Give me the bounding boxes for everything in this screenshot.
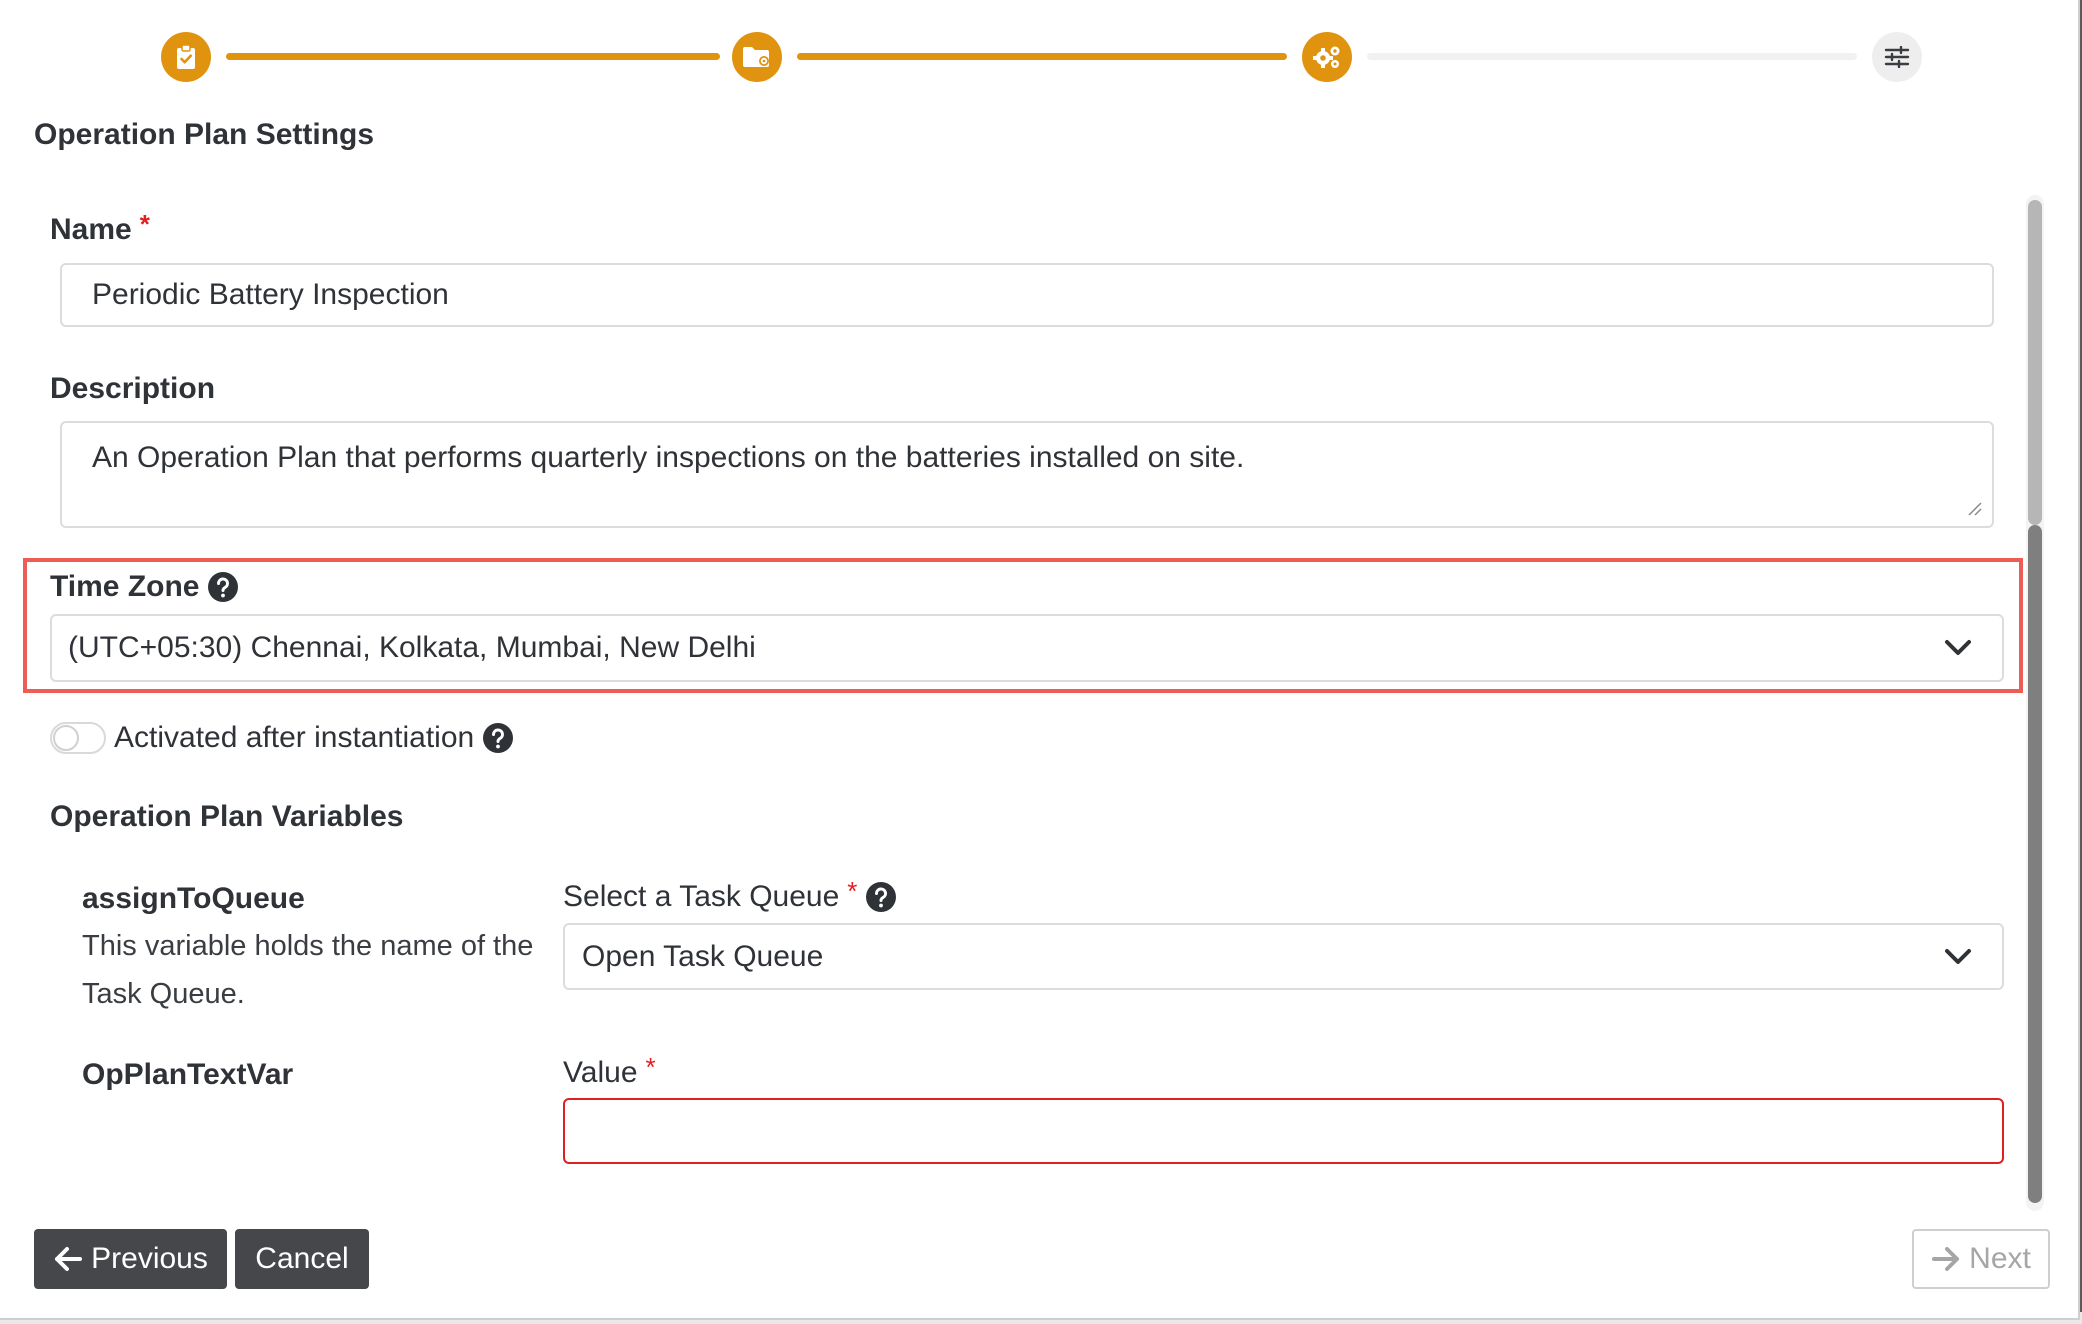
name-label: Name * [50,209,150,247]
timezone-select[interactable]: (UTC+05:30) Chennai, Kolkata, Mumbai, Ne… [50,614,2004,682]
variables-title-text: Operation Plan Variables [50,800,404,833]
next-button[interactable]: Next [1912,1229,2050,1289]
scrollbar-thumb[interactable] [2028,525,2042,1203]
arrow-right-icon [1932,1247,1960,1271]
next-button-label: Next [1969,1242,2031,1275]
task-queue-select-value: Open Task Queue [582,939,824,973]
cancel-button[interactable]: Cancel [235,1229,369,1289]
previous-button[interactable]: Previous [34,1229,227,1289]
sliders-icon [1884,46,1910,68]
name-input[interactable]: Periodic Battery Inspection [60,263,1994,327]
description-textarea[interactable]: An Operation Plan that performs quarterl… [60,421,1994,528]
required-mark: * [139,208,150,239]
value-input[interactable] [563,1098,2004,1164]
resize-handle-icon[interactable] [1966,500,1982,516]
activated-toggle[interactable] [50,722,106,754]
name-input-value: Periodic Battery Inspection [92,278,449,311]
required-mark: * [847,875,858,906]
cancel-button-label: Cancel [255,1242,349,1275]
variable-description: This variable holds the name of the Task… [82,930,534,1010]
task-queue-label: Select a Task Queue * [563,876,897,914]
activated-label-text: Activated after instantiation [114,721,475,754]
variable-name: OpPlanTextVar [82,1058,294,1091]
value-label: Value * [563,1052,656,1090]
operation-plan-wizard-modal: Operation Plan Settings Name * Periodic … [0,0,2080,1320]
activated-help-icon[interactable] [482,722,514,754]
step-2-folder[interactable] [732,32,782,82]
task-queue-label-text: Select a Task Queue [563,880,840,913]
folder-gear-icon [743,47,769,67]
step-connector-2 [797,53,1287,60]
variables-title: Operation Plan Variables [50,800,403,834]
chevron-down-icon [1945,640,1971,655]
step-4-sliders[interactable] [1872,32,1922,82]
activated-label: Activated after instantiation [114,721,514,755]
timezone-select-value: (UTC+05:30) Chennai, Kolkata, Mumbai, Ne… [68,631,756,664]
timezone-label-text: Time Zone [50,570,200,603]
previous-button-label: Previous [91,1242,208,1275]
step-3-gears[interactable] [1302,32,1352,82]
step-1-clipboard[interactable] [161,32,211,82]
step-connector-1 [226,53,720,60]
timezone-help-icon[interactable] [207,571,239,603]
name-label-text: Name [50,213,132,246]
timezone-label: Time Zone [50,570,239,604]
arrow-left-icon [55,1247,83,1271]
chevron-down-icon [1945,948,1971,964]
description-label-text: Description [50,372,216,405]
task-queue-help-icon[interactable] [865,881,897,913]
gears-icon [1313,46,1340,68]
description-label: Description [50,372,215,406]
clipboard-check-icon [177,44,195,69]
description-textarea-value: An Operation Plan that performs quarterl… [92,441,1245,474]
value-label-text: Value [563,1056,638,1089]
task-queue-select[interactable]: Open Task Queue [563,923,2004,990]
step-connector-3 [1367,53,1857,60]
page-title: Operation Plan Settings [34,118,375,151]
variable-name: assignToQueue [82,882,305,915]
toggle-knob [53,725,79,751]
scrollbar-upper[interactable] [2028,200,2042,525]
required-mark: * [645,1051,656,1082]
